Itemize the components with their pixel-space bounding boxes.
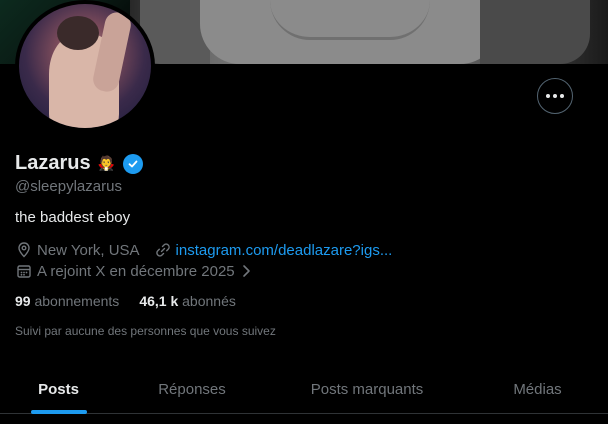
tab-media[interactable]: Médias [467,366,608,413]
followers-label: abonnés [182,293,236,309]
profile-tabs: Posts Réponses Posts marquants Médias [0,366,608,414]
location-item: New York, USA [15,241,140,259]
tab-highlights[interactable]: Posts marquants [267,366,467,413]
profile-handle: @sleepylazarus [15,178,122,195]
profile-name: Lazarus [15,152,91,174]
vampire-emoji-icon: 🧛 [96,153,117,174]
followed-by-note: Suivi par aucune des personnes que vous … [15,324,276,338]
profile-name-row: Lazarus 🧛 [15,152,143,175]
more-horizontal-icon [546,94,550,98]
joined-text: A rejoint X en décembre 2025 [37,262,235,280]
profile-avatar[interactable] [15,0,155,132]
banner-right-arm [480,0,590,64]
following-stat[interactable]: 99 abonnements [15,293,119,309]
tab-replies[interactable]: Réponses [117,366,267,413]
followers-count: 46,1 k [139,293,179,309]
banner-collar [270,0,430,40]
calendar-icon [15,262,33,280]
avatar-photo [19,4,151,128]
website-link[interactable]: instagram.com/deadlazare?igs... [176,242,393,259]
tab-posts[interactable]: Posts [0,366,117,413]
chevron-right-icon [239,263,253,279]
location-text: New York, USA [37,241,140,259]
following-count: 99 [15,293,31,309]
follow-stats: 99 abonnements 46,1 k abonnés [15,293,236,309]
profile-bio: the baddest eboy [15,209,131,226]
location-pin-icon [15,241,33,259]
following-label: abonnements [34,293,120,309]
joined-item[interactable]: A rejoint X en décembre 2025 [15,262,253,280]
avatar-hair [57,16,99,50]
more-dot [560,94,564,98]
verified-badge-icon[interactable] [122,153,143,174]
followers-stat[interactable]: 46,1 k abonnés [139,293,236,309]
more-dot [553,94,557,98]
profile-meta-row: New York, USA instagram.com/deadlazare?i… [15,241,392,259]
website-item[interactable]: instagram.com/deadlazare?igs... [154,241,393,259]
link-icon [154,241,172,259]
more-options-button[interactable] [537,78,573,114]
